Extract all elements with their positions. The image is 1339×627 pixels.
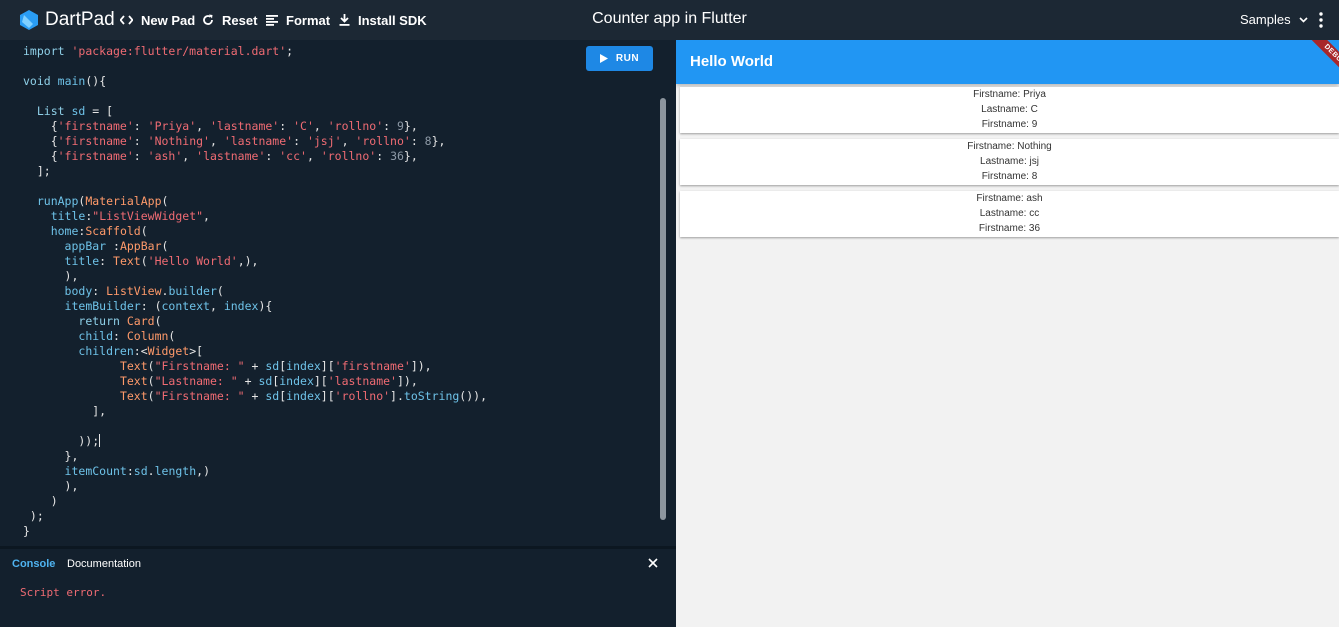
code-line[interactable]: home:Scaffold( — [23, 224, 487, 239]
code-lines[interactable]: import 'package:flutter/material.dart';​… — [23, 44, 487, 539]
app-bar-title: Hello World — [690, 53, 774, 70]
reset-button[interactable]: Reset — [202, 12, 257, 28]
code-line[interactable]: itemCount:sd.length,) — [23, 464, 487, 479]
card-firstname: Firstname: Priya — [973, 89, 1046, 100]
code-line[interactable]: } — [23, 524, 487, 539]
tab-console[interactable]: Console — [12, 558, 55, 570]
card-rollno: Firstname: 9 — [981, 119, 1038, 130]
code-line[interactable]: child: Column( — [23, 329, 487, 344]
debug-label: DEBUG — [1306, 40, 1339, 83]
code-editor[interactable]: import 'package:flutter/material.dart';​… — [0, 40, 676, 546]
run-label: RUN — [615, 53, 640, 64]
code-line[interactable]: ], — [23, 404, 487, 419]
install-sdk-button[interactable]: Install SDK — [339, 12, 427, 28]
code-line[interactable]: ), — [23, 479, 487, 494]
code-line[interactable]: ), — [23, 269, 487, 284]
format-icon — [266, 14, 278, 26]
code-line[interactable]: return Card( — [23, 314, 487, 329]
install-sdk-label: Install SDK — [358, 12, 427, 28]
code-line[interactable]: ​ — [23, 419, 487, 434]
format-label: Format — [286, 12, 331, 28]
new-pad-button[interactable]: New Pad — [120, 12, 195, 28]
code-line[interactable]: Text("Firstname: " + sd[index]['rollno']… — [23, 389, 487, 404]
code-line[interactable]: title: Text('Hello World',), — [23, 254, 487, 269]
code-line[interactable]: ); — [23, 509, 487, 524]
top-bar: DartPad New Pad Reset Format Install SDK… — [0, 0, 1339, 40]
card-lastname: Lastname: jsj — [980, 156, 1039, 167]
code-line[interactable]: runApp(MaterialApp( — [23, 194, 487, 209]
card-firstname: Firstname: ash — [976, 193, 1043, 204]
reset-label: Reset — [222, 12, 258, 28]
new-pad-label: New Pad — [141, 12, 196, 28]
code-line[interactable]: Text("Firstname: " + sd[index]['firstnam… — [23, 359, 487, 374]
console-panel: Console Documentation Script error. — [0, 549, 676, 627]
code-line[interactable]: ​ — [23, 179, 487, 194]
list-card: Firstname: Priya Lastname: C Firstname: … — [680, 87, 1339, 133]
code-line[interactable]: List sd = [ — [23, 104, 487, 119]
format-button[interactable]: Format — [266, 12, 330, 28]
code-line[interactable]: )); — [23, 434, 487, 449]
code-line[interactable]: {'firstname': 'Nothing', 'lastname': 'js… — [23, 134, 487, 149]
page-title: Counter app in Flutter — [592, 10, 747, 27]
code-line[interactable]: ​ — [23, 89, 487, 104]
code-line[interactable]: {'firstname': 'ash', 'lastname': 'cc', '… — [23, 149, 487, 164]
code-line[interactable]: ​ — [23, 59, 487, 74]
code-line[interactable]: ) — [23, 494, 487, 509]
run-button[interactable]: RUN — [586, 46, 653, 71]
play-icon — [599, 54, 608, 63]
samples-label: Samples — [1240, 12, 1291, 27]
code-line[interactable]: {'firstname': 'Priya', 'lastname': 'C', … — [23, 119, 487, 134]
card-lastname: Lastname: C — [981, 104, 1038, 115]
app-brand: DartPad — [45, 9, 115, 30]
card-firstname: Firstname: Nothing — [967, 141, 1052, 152]
list-card: Firstname: Nothing Lastname: jsj Firstna… — [680, 139, 1339, 185]
code-line[interactable]: appBar :AppBar( — [23, 239, 487, 254]
tab-documentation[interactable]: Documentation — [67, 558, 141, 570]
close-icon[interactable] — [647, 557, 659, 569]
code-line[interactable]: Text("Lastname: " + sd[index]['lastname'… — [23, 374, 487, 389]
list-card: Firstname: ash Lastname: cc Firstname: 3… — [680, 191, 1339, 237]
code-line[interactable]: body: ListView.builder( — [23, 284, 487, 299]
card-rollno: Firstname: 8 — [981, 171, 1038, 182]
more-vert-icon[interactable] — [1318, 11, 1324, 29]
code-line[interactable]: itemBuilder: (context, index){ — [23, 299, 487, 314]
code-line[interactable]: import 'package:flutter/material.dart'; — [23, 44, 487, 59]
card-rollno: Firstname: 36 — [978, 223, 1041, 234]
debug-banner: DEBUG — [1296, 40, 1339, 83]
code-line[interactable]: ]; — [23, 164, 487, 179]
app-preview: Hello World DEBUG Firstname: Priya Lastn… — [676, 40, 1339, 627]
code-line[interactable]: children:<Widget>[ — [23, 344, 487, 359]
console-output: Script error. — [20, 586, 107, 599]
app-bar: Hello World — [676, 40, 1339, 84]
samples-dropdown[interactable]: Samples — [1240, 12, 1308, 27]
dart-logo-icon — [20, 10, 38, 30]
editor-scrollbar[interactable] — [660, 98, 666, 520]
code-line[interactable]: }, — [23, 449, 487, 464]
chevron-down-icon — [1299, 16, 1308, 23]
code-line[interactable]: void main(){ — [23, 74, 487, 89]
code-line[interactable]: title:"ListViewWidget", — [23, 209, 487, 224]
download-icon — [339, 14, 350, 26]
card-lastname: Lastname: cc — [979, 208, 1040, 219]
refresh-icon — [203, 14, 213, 25]
code-icon — [120, 15, 133, 25]
